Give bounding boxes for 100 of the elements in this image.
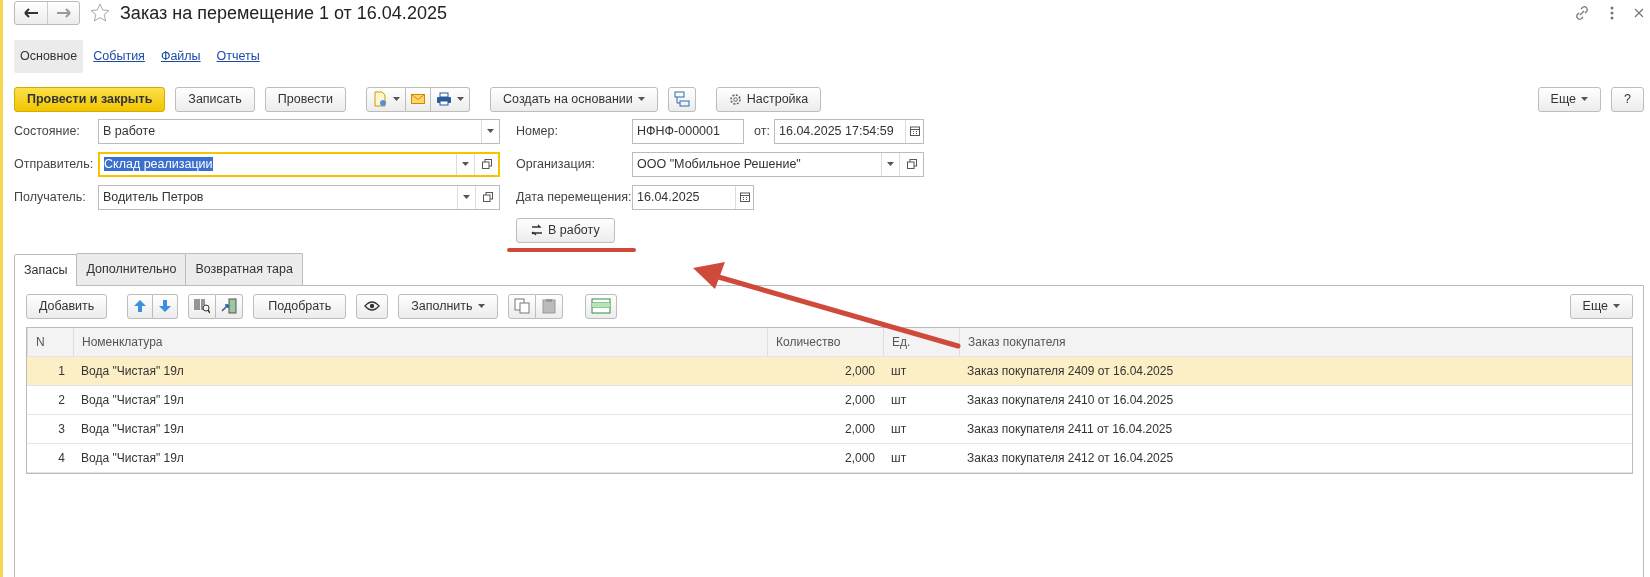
back-arrow-icon	[24, 8, 38, 18]
open-icon[interactable]	[906, 159, 917, 170]
mail-button[interactable]	[406, 86, 432, 112]
scanner-icon	[221, 298, 238, 314]
move-up-button[interactable]	[127, 293, 154, 319]
input-field[interactable]: В работе	[98, 118, 500, 144]
create-document-button[interactable]	[366, 86, 407, 112]
settings-button[interactable]: Настройка	[715, 86, 822, 112]
caret-icon	[457, 97, 465, 102]
dropdown-icon[interactable]	[887, 162, 894, 167]
table-cell-text: Вода "Чистая" 19л	[80, 362, 185, 380]
table-cell-text: шт	[890, 391, 908, 409]
table-cell-text: 2,000	[843, 449, 876, 467]
field-label: от:	[753, 122, 771, 140]
section-link[interactable]: Отчеты	[210, 40, 266, 73]
command-button[interactable]: Провести	[264, 86, 347, 112]
caret-icon	[393, 97, 401, 102]
table-cell-text: шт	[890, 362, 908, 380]
table-cell-text: Заказ покупателя 2412 от 16.04.2025	[966, 449, 1175, 467]
input-field[interactable]: 16.04.2025	[632, 184, 754, 210]
table-cell-text: 2	[57, 391, 66, 409]
scanner-button[interactable]	[216, 293, 244, 319]
down-arrow-icon	[158, 299, 173, 313]
caret-icon	[1581, 97, 1589, 102]
document-icon	[372, 91, 389, 108]
table-cell-text: Вода "Чистая" 19л	[80, 449, 185, 467]
close-icon[interactable]	[1634, 8, 1644, 18]
input-field[interactable]: Склад реализации	[98, 151, 500, 177]
barcode-search-icon	[194, 298, 211, 314]
table-cell-text: шт	[890, 420, 908, 438]
open-icon[interactable]	[481, 159, 492, 170]
link-icon[interactable]	[1574, 5, 1590, 21]
input-field[interactable]: НФНФ-000001	[632, 118, 744, 144]
table-row[interactable]: 1 Вода "Чистая" 19л 2,000 шт Заказ покупателя 2409 от 16.04.2025	[27, 356, 1632, 386]
field-label: Дата перемещения:	[515, 188, 632, 206]
more-icon[interactable]	[1610, 6, 1614, 20]
open-icon[interactable]	[482, 192, 493, 203]
status-button[interactable]: В работу	[516, 217, 615, 243]
dropdown-icon[interactable]	[487, 129, 494, 134]
tab[interactable]: Запасы	[14, 253, 78, 286]
fill-button[interactable]: Заполнить	[398, 293, 498, 319]
input-field[interactable]: 16.04.2025 17:54:59	[774, 118, 924, 144]
add-button[interactable]: Добавить	[26, 293, 108, 319]
more-button[interactable]: Еще	[1569, 293, 1633, 319]
star-icon[interactable]	[90, 3, 110, 23]
print-button[interactable]	[431, 86, 471, 112]
column-header: Ед.	[883, 327, 959, 356]
caret-icon	[637, 97, 645, 102]
clipboard-icon	[540, 298, 557, 314]
column-header: Заказ покупателя	[959, 327, 1632, 356]
dropdown-icon[interactable]	[463, 195, 470, 200]
table-row[interactable]: 3 Вода "Чистая" 19л 2,000 шт Заказ покупателя 2411 от 16.04.2025	[27, 414, 1632, 444]
table-icon	[590, 298, 611, 314]
table-row[interactable]: 2 Вода "Чистая" 19л 2,000 шт Заказ покупателя 2410 от 16.04.2025	[27, 385, 1632, 415]
paste-button[interactable]	[535, 293, 563, 319]
section-link[interactable]: События	[87, 40, 151, 73]
field-label: Состояние:	[14, 122, 81, 140]
field-label: Организация:	[515, 155, 596, 173]
more-button[interactable]: Еще	[1537, 86, 1602, 112]
transfer-icon	[531, 224, 543, 237]
table-cell-text: 2,000	[843, 362, 876, 380]
table-cell-text: 2,000	[843, 391, 876, 409]
input-field[interactable]: ООО "Мобильное Решение"	[632, 151, 924, 177]
dropdown-icon[interactable]	[462, 162, 469, 167]
hierarchy-icon	[673, 91, 690, 108]
table-cell-text: шт	[890, 449, 908, 467]
table-cell-text: Заказ покупателя 2410 от 16.04.2025	[966, 391, 1175, 409]
create-based-on-button[interactable]: Создать на основании	[490, 86, 658, 112]
calendar-icon[interactable]	[909, 126, 920, 137]
field-label: Номер:	[515, 122, 559, 140]
up-arrow-icon	[133, 299, 148, 313]
input-field[interactable]: Водитель Петров	[98, 184, 500, 210]
tab[interactable]: Дополнительно	[76, 252, 187, 285]
view-button[interactable]	[356, 293, 389, 319]
tab[interactable]: Возвратная тара	[185, 252, 303, 285]
column-header: Количество	[767, 327, 883, 356]
table-row[interactable]: 4 Вода "Чистая" 19л 2,000 шт Заказ покупателя 2412 от 16.04.2025	[27, 443, 1632, 473]
table-cell-text: Заказ покупателя 2409 от 16.04.2025	[966, 362, 1175, 380]
pick-button[interactable]: Подобрать	[253, 293, 347, 319]
table-cell-text: 3	[57, 420, 66, 438]
field-label: Получатель:	[14, 188, 87, 206]
help-button[interactable]: ?	[1611, 86, 1644, 112]
section-link[interactable]: Основное	[14, 40, 84, 73]
section-link[interactable]: Файлы	[154, 40, 207, 73]
calendar-icon[interactable]	[739, 192, 750, 203]
column-header: Номенклатура	[73, 327, 767, 356]
command-button[interactable]: Провести и закрыть	[14, 86, 166, 112]
printer-icon	[436, 92, 453, 107]
structure-button[interactable]	[667, 86, 696, 112]
eye-icon	[364, 301, 381, 311]
copy-icon	[513, 298, 530, 314]
move-down-button[interactable]	[153, 293, 179, 319]
envelope-icon	[411, 94, 426, 105]
command-button[interactable]: Записать	[175, 86, 255, 112]
column-header: N	[27, 327, 73, 356]
barcode-button[interactable]	[188, 293, 217, 319]
table-cell-text: 4	[57, 449, 66, 467]
table-cell-text: Вода "Чистая" 19л	[80, 420, 185, 438]
table-cell-text: 1	[57, 362, 66, 380]
caret-icon	[1613, 304, 1620, 308]
